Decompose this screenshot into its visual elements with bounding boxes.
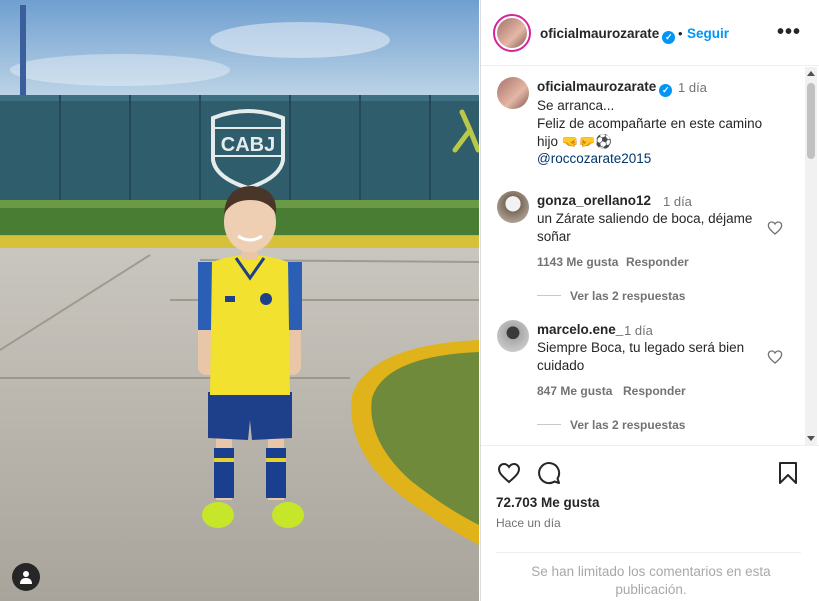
save-bookmark-icon[interactable] (777, 461, 799, 485)
comment-bubble-icon[interactable] (537, 461, 561, 485)
caption-text: Se arranca... Feliz de acompañarte en es… (537, 97, 787, 151)
post-photo[interactable]: CABJ (0, 0, 479, 601)
comments-scrollbar[interactable] (805, 67, 817, 445)
post-actions: 72.703 Me gusta Hace un día Se han limit… (481, 445, 819, 601)
person-icon (20, 571, 32, 584)
author-username[interactable]: oficialmaurozarate ✓ (540, 26, 676, 44)
comment-likes[interactable]: 1143 Me gusta (537, 255, 618, 269)
separator-dot: • (678, 26, 683, 41)
scroll-down-arrow-icon[interactable] (807, 436, 815, 441)
comments-limited-notice: Se han limitado los comentarios en esta … (531, 564, 771, 597)
comment-text: un Zárate saliendo de boca, déjame soñar (537, 211, 753, 244)
shield-text: CABJ (221, 134, 275, 156)
view-replies-button[interactable]: Ver las 2 respuestas (570, 418, 685, 432)
post-timestamp: Hace un día (496, 516, 561, 530)
like-heart-icon[interactable] (497, 461, 521, 485)
author-avatar[interactable] (493, 14, 531, 52)
comment-avatar[interactable] (497, 320, 529, 352)
comment-like-heart-icon[interactable] (767, 349, 783, 365)
comment-likes[interactable]: 847 Me gusta (537, 384, 612, 398)
tagged-users-button[interactable] (12, 563, 40, 591)
comments-list[interactable]: oficialmaurozarate ✓ 1 día Se arranca... … (481, 67, 819, 445)
comment-username[interactable]: gonza_orellano12 (537, 193, 651, 208)
caption-username[interactable]: oficialmaurozarate ✓ (537, 79, 673, 97)
comment-text: Siempre Boca, tu legado será bien cuidad… (537, 340, 745, 373)
comment-reply-button[interactable]: Responder (626, 255, 689, 269)
post-details-panel: oficialmaurozarate ✓ • Seguir ••• oficial… (480, 0, 819, 601)
comment-like-heart-icon[interactable] (767, 220, 783, 236)
divider (496, 552, 801, 553)
photo-illustration: CABJ (0, 0, 479, 601)
caption-time: 1 día (678, 80, 707, 95)
view-replies-button[interactable]: Ver las 2 respuestas (570, 289, 685, 303)
caption-line: Feliz de acompañarte en este camino (537, 116, 763, 131)
comment-time: 1 día (663, 194, 692, 209)
comment-time: 1 día (624, 323, 653, 338)
caption-line: Se arranca... (537, 98, 615, 113)
replies-divider (537, 424, 561, 425)
verified-icon: ✓ (659, 84, 673, 97)
caption-mention-link[interactable]: @roccozarate2015 (537, 151, 651, 166)
comment-username[interactable]: marcelo.ene_ (537, 322, 623, 337)
post-header: oficialmaurozarate ✓ • Seguir ••• (481, 0, 819, 66)
scroll-up-arrow-icon[interactable] (807, 71, 815, 76)
comment-avatar[interactable] (497, 191, 529, 223)
comment-reply-button[interactable]: Responder (623, 384, 686, 398)
replies-divider (537, 295, 561, 296)
caption-username-text[interactable]: oficialmaurozarate (537, 79, 656, 94)
scrollbar-thumb[interactable] (807, 83, 815, 159)
caption-line: hijo 🤜🤛⚽ (537, 134, 613, 149)
verified-icon: ✓ (662, 31, 676, 44)
author-username-text[interactable]: oficialmaurozarate (540, 26, 659, 41)
caption-avatar[interactable] (497, 77, 529, 109)
follow-button[interactable]: Seguir (687, 26, 729, 41)
more-options-icon[interactable]: ••• (777, 21, 801, 44)
post-likes-count[interactable]: 72.703 Me gusta (496, 495, 600, 510)
